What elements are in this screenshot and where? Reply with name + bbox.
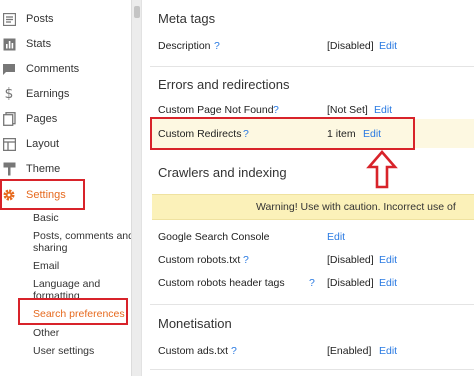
sidebar-scrollbar[interactable] [131,0,141,376]
sidebar-item-label: Stats [26,38,52,50]
stats-icon [2,37,16,51]
custom-robots-txt-value: [Disabled] [327,254,374,266]
custom-robots-header-value: [Disabled] [327,277,374,289]
settings-sub-other[interactable]: Other [33,328,59,339]
warning-text: Warning! Use with caution. Incorrect use… [256,201,456,213]
sidebar-item-comments[interactable]: Comments [0,58,131,80]
scrolled-item-fragment [26,0,46,2]
settings-sub-language-line1[interactable]: Language and [33,279,100,290]
sidebar-item-label: Theme [26,163,61,175]
theme-icon [2,162,16,176]
custom-ads-txt-label: Custom ads.txt [158,345,229,357]
custom-robots-header-label: Custom robots header tags [158,277,285,289]
description-label: Description [158,40,211,52]
custom-robots-header-edit-link[interactable]: Edit [379,277,397,289]
sidebar-item-posts[interactable]: Posts [0,8,131,30]
description-value: [Disabled] [327,40,374,52]
section-title-errors: Errors and redirections [158,77,290,92]
dollar-icon: $ [4,86,14,102]
sidebar-item-label: Pages [26,113,58,125]
settings-sub-email[interactable]: Email [33,261,59,272]
custom-ads-txt-help-icon[interactable]: ? [231,345,237,357]
comments-icon [2,62,16,76]
layout-icon [2,137,16,151]
scrollbar-thumb[interactable] [134,6,140,18]
sidebar-item-layout[interactable]: Layout [0,133,131,155]
settings-sub-user-settings[interactable]: User settings [33,346,94,357]
sidebar-item-stats[interactable]: Stats [0,33,131,55]
section-title-monetisation: Monetisation [158,316,232,331]
sidebar-item-label: Earnings [26,88,70,100]
custom-robots-header-help-icon[interactable]: ? [309,277,315,289]
sidebar-item-label: Comments [26,63,80,75]
annotation-box-settings [0,179,85,210]
custom-page-not-found-value: [Not Set] [327,104,368,116]
arrow-up-icon [366,150,398,189]
section-title-meta-tags: Meta tags [158,11,216,26]
custom-page-not-found-edit-link[interactable]: Edit [374,104,392,116]
google-search-console-edit-link[interactable]: Edit [327,231,345,243]
custom-robots-txt-help-icon[interactable]: ? [243,254,249,266]
custom-ads-txt-value: [Enabled] [327,345,372,357]
annotation-box-search-preferences [18,298,128,325]
settings-sub-basic[interactable]: Basic [33,213,59,224]
sidebar-divider [141,0,142,376]
settings-sub-posts-comments-line2[interactable]: sharing [33,243,67,254]
description-edit-link[interactable]: Edit [379,40,397,52]
pages-icon [2,112,16,126]
description-help-icon[interactable]: ? [214,40,220,52]
posts-icon [2,12,16,26]
section-divider [150,369,474,370]
custom-page-not-found-label: Custom Page Not Found [158,104,274,116]
settings-sub-language-line2[interactable]: formatting [33,291,80,298]
sidebar-item-theme[interactable]: Theme [0,158,131,180]
custom-ads-txt-edit-link[interactable]: Edit [379,345,397,357]
google-search-console-label: Google Search Console [158,231,270,243]
custom-robots-txt-label: Custom robots.txt [158,254,241,266]
section-divider [150,304,474,305]
sidebar-item-label: Posts [26,13,54,25]
sidebar-item-label: Layout [26,138,60,150]
annotation-box-custom-redirects [150,117,415,150]
section-title-crawlers: Crawlers and indexing [158,165,287,180]
section-divider [150,66,474,67]
custom-page-not-found-help-icon[interactable]: ? [273,104,279,116]
settings-sub-posts-comments-line1[interactable]: Posts, comments and [33,231,134,242]
sidebar-item-pages[interactable]: Pages [0,108,131,130]
custom-robots-txt-edit-link[interactable]: Edit [379,254,397,266]
sidebar-item-earnings[interactable]: $ Earnings [0,83,131,105]
